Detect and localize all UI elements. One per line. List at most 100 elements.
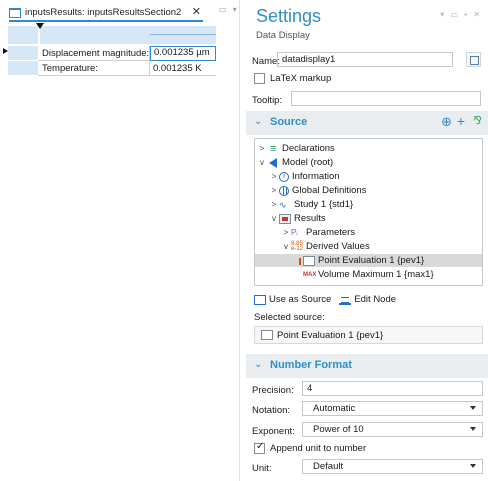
tree-node-label: Derived Values <box>306 241 370 252</box>
point-evaluation-icon <box>261 330 273 340</box>
chevron-down-icon[interactable]: v <box>269 212 279 225</box>
table-row[interactable]: Temperature: 0.001235 K <box>8 61 216 76</box>
chevron-right-icon[interactable]: > <box>269 198 279 211</box>
latex-checkbox[interactable] <box>254 73 265 84</box>
tree-node-label: Declarations <box>282 143 335 154</box>
window-controls-icon[interactable]: ▾ ▭ ▪ ✕ <box>440 10 482 19</box>
selected-source-label: Selected source: <box>254 312 325 323</box>
append-unit-label: Append unit to number <box>270 443 367 454</box>
dropdown-caret-icon <box>470 406 476 410</box>
tree-node-global-definitions[interactable]: > Global Definitions <box>269 184 368 197</box>
row-value[interactable]: 0.001235 µm <box>150 46 216 61</box>
settings-panel: Settings Data Display ▾ ▭ ▪ ✕ Name: data… <box>246 0 488 481</box>
source-header-title: Source <box>270 116 308 128</box>
tree-node-point-evaluation[interactable]: Point Evaluation 1 {pev1} <box>255 254 482 267</box>
pane-menu-icon[interactable]: ▭ ▾ <box>219 5 239 14</box>
name-label: Name: <box>252 56 280 67</box>
chevron-down-icon[interactable]: ⌄ <box>254 359 262 370</box>
row-header[interactable] <box>8 46 38 61</box>
tree-node-model[interactable]: v Model (root) <box>257 156 335 169</box>
tree-node-label: Study 1 {std1} <box>294 199 354 210</box>
notation-select[interactable]: Automatic <box>302 401 483 416</box>
unit-label: Unit: <box>252 463 272 474</box>
table-row[interactable]: Displacement magnitude: 0.001235 µm <box>8 46 216 61</box>
precision-label: Precision: <box>252 385 294 396</box>
chevron-right-icon[interactable]: > <box>269 170 279 183</box>
precision-input[interactable]: 4 <box>302 381 483 396</box>
plus-icon[interactable]: + <box>457 113 465 129</box>
volume-maximum-icon: MAX <box>303 271 317 278</box>
notation-label: Notation: <box>252 405 291 416</box>
selected-source-value: Point Evaluation 1 {pev1} <box>277 329 384 341</box>
tree-node-label: Results <box>294 213 326 224</box>
source-tree: > ≡ Declarations v Model (root) > i Info… <box>254 138 483 286</box>
model-icon <box>269 157 277 168</box>
use-as-source-label: Use as Source <box>269 294 332 305</box>
chevron-right-icon[interactable]: > <box>281 226 291 239</box>
number-format-section-header[interactable]: ⌄ Number Format <box>246 354 488 378</box>
tree-node-volume-maximum[interactable]: MAX Volume Maximum 1 {max1} <box>303 268 436 281</box>
source-section-header[interactable]: ⌄ Source ⊕ + ⅋ <box>246 111 488 135</box>
source-actions: Use as Source Edit Node <box>254 294 404 305</box>
tree-node-label: Volume Maximum 1 {max1} <box>318 269 434 280</box>
row-header[interactable] <box>8 61 38 76</box>
close-icon[interactable]: ✕ <box>192 5 201 18</box>
use-as-source-icon <box>254 294 266 305</box>
tooltip-input[interactable] <box>291 91 481 106</box>
tree-node-label: Model (root) <box>282 157 334 168</box>
edit-node-icon <box>339 295 352 305</box>
tree-node-label: Global Definitions <box>292 185 367 196</box>
unit-value: Default <box>313 461 344 472</box>
point-evaluation-icon <box>299 255 315 266</box>
latex-label: LaTeX markup <box>270 73 332 84</box>
dropdown-caret-icon <box>470 427 476 431</box>
tree-node-label: Point Evaluation 1 {pev1} <box>318 255 425 266</box>
chevron-right-icon[interactable]: > <box>269 184 279 197</box>
tab-inputs-results[interactable]: inputsResults: inputsResultsSection2 ✕ <box>9 5 203 22</box>
chevron-right-icon[interactable]: > <box>257 142 267 155</box>
name-input[interactable]: datadisplay1 <box>277 52 453 67</box>
tree-node-derived-values[interactable]: v 8.85 e-12 Derived Values <box>281 240 372 253</box>
chevron-down-icon[interactable]: ⌄ <box>254 116 262 127</box>
window-icon <box>9 7 21 18</box>
derived-values-icon: 8.85 e-12 <box>291 240 304 252</box>
row-value[interactable]: 0.001235 K <box>150 61 216 76</box>
tree-node-label: Parameters <box>306 227 356 238</box>
column-marker-icon <box>36 23 44 29</box>
unit-select[interactable]: Default <box>302 459 483 474</box>
number-format-header-title: Number Format <box>270 359 352 371</box>
add-circle-icon[interactable]: ⊕ <box>441 114 452 130</box>
grid-column-header[interactable] <box>40 26 216 44</box>
tree-node-declarations[interactable]: > ≡ Declarations <box>257 142 337 155</box>
settings-subtitle: Data Display <box>256 30 310 41</box>
edit-node-button[interactable]: Edit Node <box>339 294 396 305</box>
append-unit-checkbox[interactable] <box>254 441 265 454</box>
exponent-label: Exponent: <box>252 426 295 437</box>
notation-value: Automatic <box>313 403 356 414</box>
tree-settings-icon[interactable]: ⅋ <box>473 114 482 127</box>
info-icon: i <box>279 171 289 182</box>
row-label: Displacement magnitude: <box>38 46 150 61</box>
tab-bar: inputsResults: inputsResultsSection2 ✕ ▭… <box>0 0 240 22</box>
globe-icon <box>279 185 289 196</box>
tree-node-parameters[interactable]: > Pᵢ Parameters <box>281 226 357 239</box>
edit-node-label: Edit Node <box>354 294 397 305</box>
use-as-source-button[interactable]: Use as Source <box>254 294 331 305</box>
tooltip-label: Tooltip: <box>252 95 283 106</box>
tree-node-label: Information <box>292 171 340 182</box>
results-icon <box>279 213 291 224</box>
tree-node-results[interactable]: v Results <box>269 212 328 225</box>
study-icon: ∿ <box>279 199 287 210</box>
exponent-value: Power of 10 <box>313 424 364 435</box>
grid-corner[interactable] <box>8 26 38 44</box>
tree-node-information[interactable]: > i Information <box>269 170 342 183</box>
name-settings-button[interactable] <box>466 52 481 67</box>
column-divider <box>150 34 216 35</box>
tab-title: inputsResults: inputsResultsSection2 <box>25 7 182 18</box>
exponent-select[interactable]: Power of 10 <box>302 422 483 437</box>
parameters-icon: Pᵢ <box>291 227 298 237</box>
chevron-down-icon[interactable]: v <box>281 240 291 253</box>
dropdown-caret-icon <box>470 464 476 468</box>
tree-node-study[interactable]: > ∿ Study 1 {std1} <box>269 198 355 211</box>
chevron-down-icon[interactable]: v <box>257 156 267 169</box>
